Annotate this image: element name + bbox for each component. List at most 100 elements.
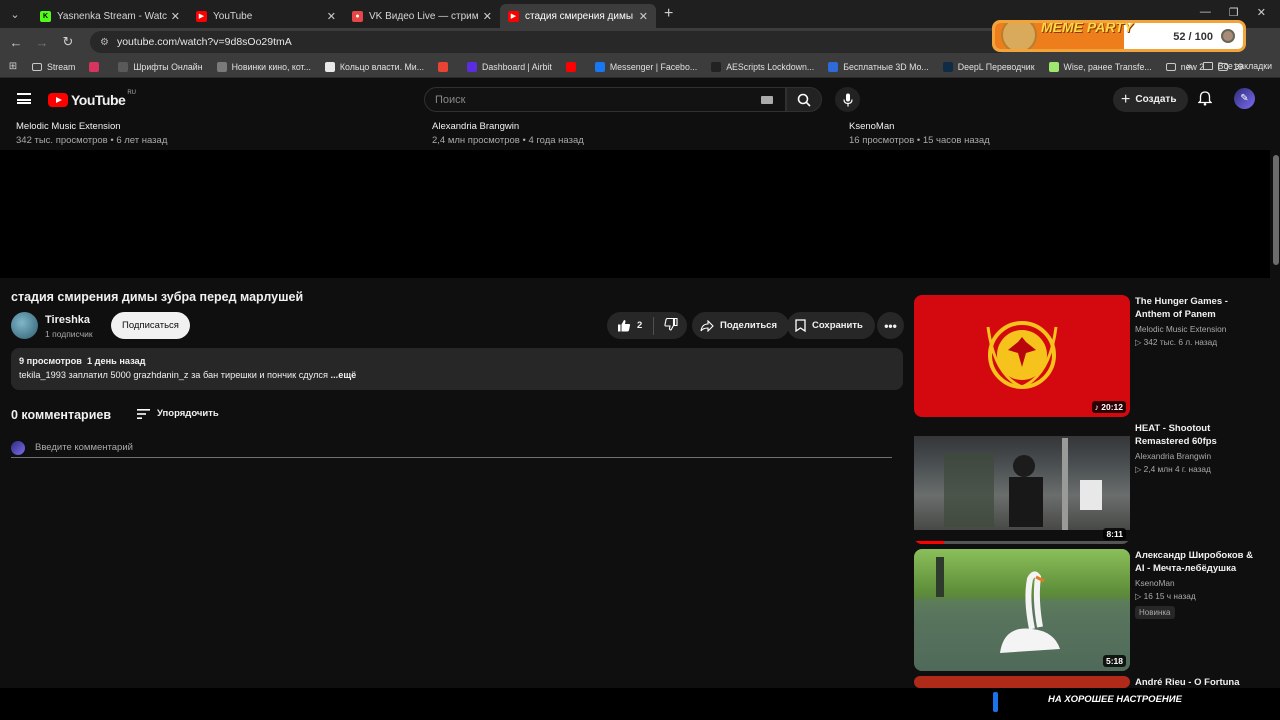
channel-name[interactable]: KsenoMan — [1135, 578, 1263, 588]
keyboard-icon[interactable] — [761, 96, 773, 104]
channel-name[interactable]: Alexandria Brangwin — [1135, 451, 1263, 461]
more-actions-button[interactable]: ••• — [877, 312, 904, 339]
bookmark-label: Messenger | Facebo... — [609, 61, 698, 72]
reload-icon[interactable]: ↻ — [56, 34, 80, 50]
page-scrollbar[interactable] — [1272, 79, 1280, 689]
meme-avatar-icon — [1221, 29, 1235, 43]
top-rec-2[interactable]: Alexandria Brangwin 2,4 млн просмотров •… — [432, 121, 584, 146]
bookmark-label: AEScripts Lockdown... — [726, 61, 815, 72]
subscribe-button[interactable]: Подписаться — [111, 312, 190, 339]
channel-name[interactable]: Tireshka — [45, 314, 90, 326]
bookmark-item[interactable]: DeepL Переводчик — [942, 61, 1035, 72]
account-avatar[interactable]: ✎ — [1234, 88, 1255, 109]
dislike-button[interactable] — [654, 317, 678, 334]
bookmark-item[interactable]: Бесплатные 3D Мо... — [828, 61, 929, 72]
tab-title: YouTube — [213, 10, 253, 22]
description-meta: 9 просмотров 1 день назад — [19, 356, 895, 366]
bookmark-item[interactable]: new 2 — [1165, 62, 1204, 72]
user-avatar — [11, 441, 25, 455]
sidebar-video-3[interactable]: 5:18 Александр Широбоков & AI - Мечта-ле… — [914, 549, 1264, 671]
film-icon — [216, 61, 227, 72]
top-rec-channel: Alexandria Brangwin — [432, 121, 520, 132]
video-thumbnail[interactable]: 5:18 — [914, 549, 1130, 671]
folder-icon — [32, 62, 42, 71]
video-meta: André Rieu - O Fortuna — [1135, 676, 1263, 688]
top-rec-3[interactable]: KsenoMan 16 просмотров • 15 часов назад — [849, 121, 990, 146]
video-thumbnail[interactable]: ♪ 20:12 — [914, 295, 1130, 417]
new-badge: Новинка — [1135, 606, 1175, 619]
tab-vk-video[interactable]: ● VK Видео Live — стримы, пря ✕ — [344, 4, 500, 28]
share-button[interactable]: Поделиться — [692, 312, 790, 339]
deepl-icon — [942, 61, 953, 72]
top-rec-stats: 342 тыс. просмотров • 6 лет назад — [16, 135, 168, 146]
search-button[interactable] — [786, 87, 822, 112]
channel-avatar[interactable] — [11, 312, 38, 339]
all-bookmarks[interactable]: Все закладки — [1202, 61, 1272, 71]
close-icon[interactable]: ✕ — [483, 10, 492, 23]
overlay-marker — [993, 692, 998, 712]
sidebar-video-4[interactable]: André Rieu - O Fortuna — [914, 676, 1264, 688]
close-icon[interactable]: ✕ — [639, 10, 648, 23]
top-rec-stats: 16 просмотров • 15 часов назад — [849, 135, 990, 146]
tab-search-button[interactable]: ⌄ — [4, 3, 26, 25]
sort-comments-button[interactable]: Упорядочить — [137, 408, 219, 419]
video-title[interactable]: HEAT - Shootout Remastered 60fps — [1135, 422, 1263, 448]
top-rec-channel: KsenoMan — [849, 121, 895, 132]
like-button[interactable]: 2 — [607, 319, 653, 332]
bookmark-item[interactable]: Шрифты Онлайн — [118, 61, 203, 72]
menu-icon[interactable] — [17, 93, 31, 104]
player-bottom-area — [0, 150, 1270, 278]
forward-icon[interactable]: → — [30, 35, 54, 50]
search-input[interactable]: Поиск — [424, 87, 786, 112]
bookmark-item[interactable]: Кольцо власти. Ми... — [324, 61, 424, 72]
create-button[interactable]: + Создать — [1113, 87, 1189, 112]
close-icon[interactable]: ✕ — [171, 10, 180, 23]
restore-icon[interactable]: ❐ — [1229, 6, 1239, 19]
bookmark-item[interactable]: Dashboard | Airbit — [467, 61, 552, 72]
url-field[interactable]: ⚙ youtube.com/watch?v=9d8sOo29tmA — [90, 31, 1010, 53]
show-more-link[interactable]: ...ещё — [331, 370, 357, 380]
voice-search-button[interactable] — [835, 87, 860, 112]
bookmark-item[interactable]: Messenger | Facebo... — [594, 61, 698, 72]
video-thumbnail[interactable] — [914, 676, 1130, 688]
bookmark-item[interactable]: AEScripts Lockdown... — [711, 61, 815, 72]
site-info-icon[interactable]: ⚙ — [100, 37, 109, 48]
video-title[interactable]: André Rieu - O Fortuna — [1135, 676, 1263, 688]
bookmark-item[interactable]: Новинки кино, кот... — [216, 61, 311, 72]
bookmark-item[interactable]: Stream — [32, 62, 75, 72]
add-comment-field[interactable]: Введите комментарий — [11, 440, 892, 458]
tab-current-video[interactable]: ▶ стадия смирения димы зубра ✕ — [500, 4, 656, 28]
meme-party-widget: MEME PARTY 52 / 100 — [992, 20, 1246, 52]
video-title[interactable]: Александр Широбоков & AI - Мечта-лебёдуш… — [1135, 549, 1263, 575]
save-label: Сохранить — [812, 320, 863, 331]
scrollbar-thumb[interactable] — [1273, 155, 1279, 265]
sidebar-video-1[interactable]: ♪ 20:12 The Hunger Games - Anthem of Pan… — [914, 295, 1264, 417]
bookmark-item[interactable] — [565, 61, 581, 72]
youtube-logo[interactable]: YouTube RU — [48, 90, 136, 108]
back-icon[interactable]: ← — [4, 35, 28, 50]
bookmark-item[interactable]: Wise, ранее Transfe... — [1048, 61, 1152, 72]
top-rec-1[interactable]: Melodic Music Extension 342 тыс. просмот… — [16, 121, 167, 146]
channel-name[interactable]: Melodic Music Extension — [1135, 324, 1263, 334]
description-box[interactable]: 9 просмотров 1 день назад tekila_1993 за… — [11, 348, 903, 390]
bookmark-item[interactable] — [438, 61, 453, 72]
sidebar-video-2[interactable]: 8:11 HEAT - Shootout Remastered 60fps Al… — [914, 422, 1264, 544]
video-title[interactable]: The Hunger Games - Anthem of Panem — [1135, 295, 1263, 321]
close-window-icon[interactable]: ✕ — [1257, 6, 1266, 19]
tab-yasnenka[interactable]: K Yasnenka Stream - Watch Live o ✕ — [32, 4, 188, 28]
video-thumbnail[interactable]: 8:11 — [914, 422, 1130, 544]
new-tab-button[interactable]: + — [664, 5, 673, 23]
minimize-icon[interactable]: — — [1200, 6, 1211, 19]
close-icon[interactable]: ✕ — [327, 10, 336, 23]
more-bookmarks-icon[interactable]: » — [1186, 61, 1192, 72]
save-button[interactable]: Сохранить — [787, 312, 875, 339]
watch-progress-fill — [914, 541, 944, 544]
video-duration: 8:11 — [1103, 528, 1126, 540]
search-placeholder: Поиск — [435, 93, 466, 106]
bookmark-item[interactable] — [89, 61, 104, 72]
tab-youtube[interactable]: ▶ YouTube ✕ — [188, 4, 344, 28]
apps-grid-icon[interactable]: ⊞ — [0, 61, 26, 72]
video-duration: 5:18 — [1102, 655, 1126, 667]
notifications-button[interactable] — [1197, 91, 1213, 111]
mockingjay-emblem-icon — [986, 321, 1058, 389]
